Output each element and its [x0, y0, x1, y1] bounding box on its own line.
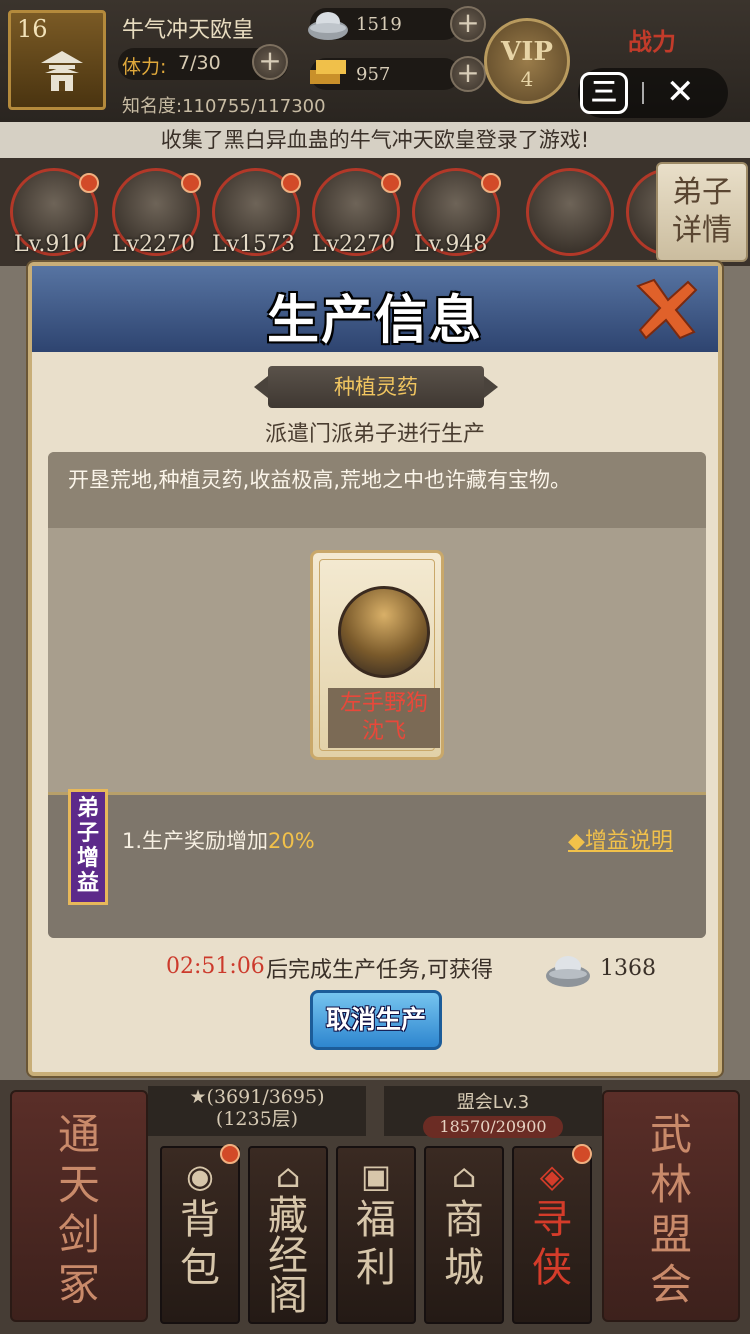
top-hud: 16 牛气冲天欧皇 体力: 7/30 + 知名度:110755/117300 1…	[0, 0, 750, 122]
bonus-percent: 20%	[268, 829, 315, 853]
production-info-modal: 生产信息 种植灵药 派遣门派弟子进行生产 开垦荒地,种植灵药,收益极高,荒地之中…	[28, 262, 722, 1076]
production-description: 开垦荒地,种植灵药,收益极高,荒地之中也许藏有宝物。	[48, 452, 706, 528]
disciple-level: Lv1573	[212, 232, 296, 257]
disciple-avatar[interactable]	[526, 168, 614, 256]
add-stamina-button[interactable]: +	[252, 44, 288, 80]
nav-sword-tomb[interactable]: 通天剑冢	[10, 1090, 148, 1322]
nav-welfare-label: 福利	[356, 1197, 396, 1291]
disciple-bonus-area: 弟子增益 1.生产奖励增加20% ◆增益说明	[48, 789, 706, 938]
disciple-level: Lv2270	[112, 232, 196, 257]
silver-amount: 1519	[356, 14, 402, 35]
nav-library[interactable]: ⌂ 藏经阁	[248, 1146, 328, 1324]
bonus-help-link[interactable]: ◆增益说明	[568, 823, 673, 855]
assigned-disciple-card[interactable]: 左手野狗 沈飞	[310, 550, 444, 760]
shop-icon: ⌂	[451, 1157, 477, 1195]
nav-martial-alliance-label: 武林盟会	[649, 1110, 692, 1309]
notification-dot	[381, 173, 401, 193]
gold-ingot-icon	[310, 60, 346, 84]
content-panel: 开垦荒地,种植灵药,收益极高,荒地之中也许藏有宝物。 左手野狗 沈飞 弟子增益 …	[48, 452, 706, 938]
broadcast-banner: 收集了黑白异血蛊的牛气冲天欧皇登录了游戏!	[0, 122, 750, 158]
gold-amount: 957	[356, 64, 391, 85]
notification-dot	[572, 1144, 592, 1164]
nav-bag[interactable]: ◉ 背包	[160, 1144, 240, 1324]
miniapp-capsule: 三 ✕	[578, 68, 728, 118]
countdown-timer: 02:51:06	[166, 954, 265, 979]
silver-ingot-icon	[546, 956, 590, 987]
fame-readout: 知名度:110755/117300	[122, 92, 326, 118]
close-app-icon[interactable]: ✕	[666, 72, 695, 112]
nav-seek-hero-label: 寻侠	[532, 1197, 572, 1291]
notification-dot	[220, 1144, 240, 1164]
nav-shop[interactable]: ⌂ 商城	[424, 1146, 504, 1324]
fame-value: 110755/117300	[182, 96, 326, 117]
disciple-row: Lv.910 Lv2270 Lv1573 Lv2270 Lv.948	[0, 158, 750, 266]
notification-dot	[281, 173, 301, 193]
footer-text: 后完成生产任务,可获得	[266, 958, 493, 983]
bottom-nav: 通天剑冢 ★(3691/3695) (1235层) 盟会Lv.3 18570/2…	[0, 1080, 750, 1334]
bonus-text: 1.生产奖励增加	[122, 829, 269, 853]
cancel-production-button[interactable]: 取消生产	[310, 990, 442, 1050]
modal-header: 生产信息	[32, 266, 718, 352]
alliance-info: 盟会Lv.3 18570/20900	[384, 1086, 602, 1138]
player-name: 牛气冲天欧皇	[122, 18, 255, 43]
bonus-tag: 弟子增益	[68, 789, 108, 905]
alliance-exp: 18570/20900	[423, 1116, 563, 1138]
modal-title: 生产信息	[266, 291, 483, 351]
sect-badge[interactable]: 16	[8, 10, 106, 110]
tower-progress: ★(3691/3695) (1235层)	[148, 1086, 366, 1136]
assign-area: 左手野狗 沈飞	[48, 528, 706, 792]
production-type-tag: 种植灵药	[254, 366, 498, 408]
nav-shop-label: 商城	[444, 1197, 484, 1291]
nav-welfare[interactable]: ▣ 福利	[336, 1146, 416, 1324]
add-gold-button[interactable]: +	[450, 56, 486, 92]
pagoda-icon: ⌂	[275, 1157, 301, 1195]
nav-library-label: 藏经阁	[268, 1193, 308, 1319]
disciple-level: Lv.948	[414, 232, 488, 257]
fame-label: 知名度:	[122, 96, 183, 117]
tower-floor: (1235层)	[215, 1108, 299, 1130]
stamina-label: 体力:	[122, 56, 167, 78]
notification-dot	[79, 173, 99, 193]
bonus-line: 1.生产奖励增加20%	[122, 825, 315, 855]
disciple-level: Lv.910	[14, 232, 88, 257]
reward-amount: 1368	[600, 956, 656, 981]
notification-dot	[181, 173, 201, 193]
disciple-detail-button[interactable]: 弟子详情	[656, 162, 748, 262]
disciple-name-line1: 左手野狗	[339, 691, 428, 716]
sect-building-icon	[41, 51, 83, 91]
gift-icon: ▣	[360, 1157, 392, 1195]
alliance-level: 盟会Lv.3	[456, 1092, 530, 1113]
disciple-name: 左手野狗 沈飞	[328, 688, 440, 748]
stamina-value: 7/30	[178, 52, 221, 74]
sect-level: 16	[17, 15, 48, 43]
capsule-divider	[642, 82, 644, 104]
close-icon[interactable]	[632, 274, 702, 344]
vip-label: VIP	[501, 37, 553, 67]
silver-ingot-icon	[308, 12, 348, 40]
nav-bag-label: 背包	[180, 1197, 220, 1291]
card-frame: 左手野狗 沈飞	[319, 559, 440, 751]
production-footer: 02:51:06 后完成生产任务,可获得 1368	[166, 950, 706, 990]
disciple-level: Lv2270	[312, 232, 396, 257]
modal-subtitle: 派遣门派弟子进行生产	[264, 422, 485, 447]
nav-sword-tomb-label: 通天剑冢	[57, 1110, 100, 1309]
vip-level: 4	[520, 67, 534, 91]
add-silver-button[interactable]: +	[450, 6, 486, 42]
vip-badge[interactable]: VIP 4	[484, 18, 570, 104]
nav-seek-hero[interactable]: ◈ 寻侠	[512, 1144, 592, 1324]
disciple-portrait	[338, 586, 430, 678]
power-label: 战力	[628, 27, 676, 56]
tower-progress-value: ★(3691/3695)	[189, 1086, 325, 1108]
nav-martial-alliance[interactable]: 武林盟会	[602, 1090, 740, 1322]
notification-dot	[481, 173, 501, 193]
disciple-name-line2: 沈飞	[361, 719, 406, 744]
menu-icon[interactable]: 三	[580, 72, 628, 114]
